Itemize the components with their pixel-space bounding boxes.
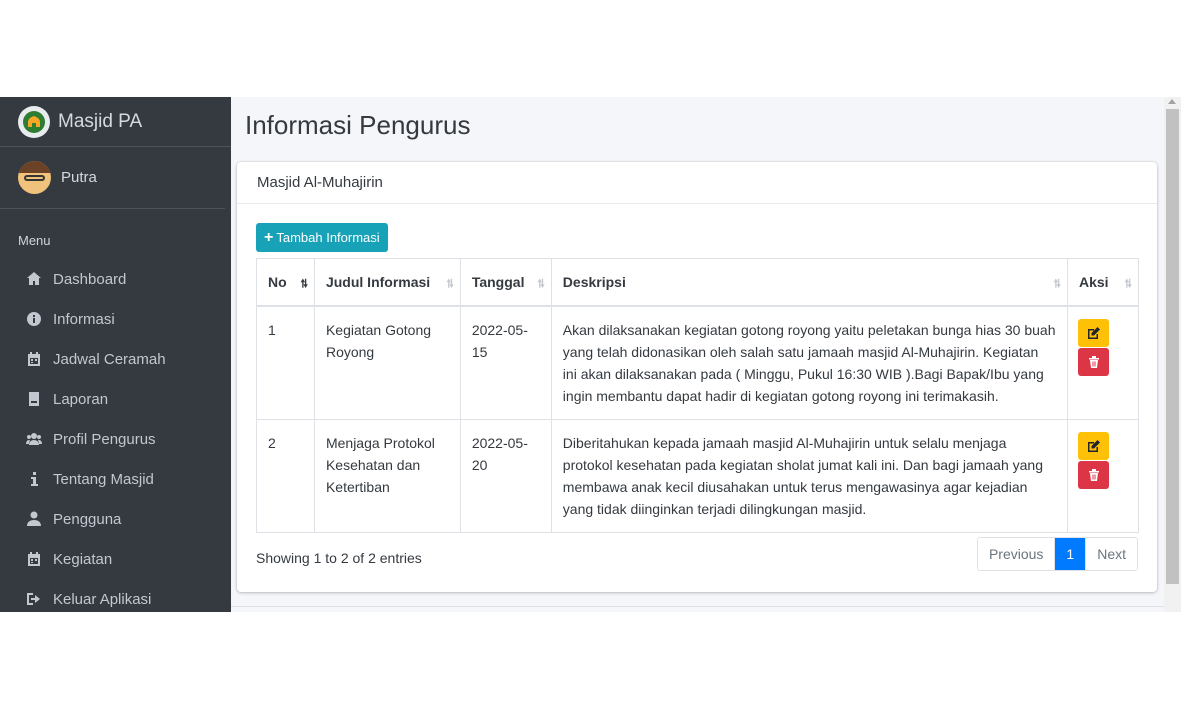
calendar-icon [25,350,43,368]
sign-out-icon [25,590,43,608]
sidebar-item-kegiatan[interactable]: Kegiatan [0,539,231,579]
column-label: Deskripsi [562,273,626,290]
brand-name: Masjid PA [58,110,143,132]
trash-icon [1088,355,1099,368]
sort-icon: 🠕🠗 [1124,278,1133,290]
sidebar-item-laporan[interactable]: Laporan [0,379,231,419]
cell-deskripsi: Diberitahukan kepada jamaah masjid Al-Mu… [550,418,1069,533]
delete-button[interactable] [1078,460,1109,489]
cell-deskripsi: Akan dilaksanakan kegiatan gotong royong… [550,305,1069,420]
cell-aksi [1067,305,1139,420]
add-information-button[interactable]: + Tambah Informasi [256,223,388,252]
sort-icon: 🠕🠗 [446,278,454,290]
sort-ascending-icon: 🠕🠗 [300,278,309,290]
next-page-button[interactable]: Next [1085,538,1137,570]
cell-judul: Menjaga Protokol Kesehatan dan Ketertiba… [313,418,461,533]
table-info: Showing 1 to 2 of 2 entries [256,550,422,566]
mosque-logo-icon [18,105,50,138]
cell-no: 1 [256,305,315,420]
page-1-button[interactable]: 1 [1054,538,1086,570]
sidebar-item-label: Tentang Masjid [53,470,154,488]
user-avatar-icon [18,161,51,194]
book-icon [25,390,43,408]
column-label: No [268,273,287,290]
sidebar-item-keluar-aplikasi[interactable]: Keluar Aplikasi [0,579,231,612]
plus-icon: + [264,228,274,246]
information-table: No 🠕🠗 Judul Informasi 🠕🠗 Tanggal 🠕🠗 Deskrip… [256,258,1139,533]
sort-icon: 🠕🠗 [1053,278,1062,290]
table-row: 2 Menjaga Protokol Kesehatan dan Keterti… [256,418,1139,533]
cell-tanggal: 2022-05-15 [459,305,552,420]
column-header-tanggal[interactable]: Tanggal 🠕🠗 [459,258,552,307]
sidebar-item-tentang-masjid[interactable]: Tentang Masjid [0,459,231,499]
column-label: Judul Informasi [325,273,431,290]
page-title: Informasi Pengurus [245,110,471,140]
user-icon [25,510,43,528]
info-card: Masjid Al-Muhajirin + Tambah Informasi N… [237,162,1157,592]
user-name: Putra [61,169,97,186]
sidebar-item-label: Dashboard [53,270,127,288]
edit-button[interactable] [1078,318,1109,347]
cell-no: 2 [256,418,315,533]
vertical-scrollbar[interactable] [1164,97,1181,612]
scroll-up-arrow-icon[interactable] [1168,99,1176,104]
scroll-thumb[interactable] [1166,109,1179,584]
trash-icon [1088,468,1099,481]
column-header-deskripsi[interactable]: Deskripsi 🠕🠗 [550,258,1069,307]
edit-button[interactable] [1078,431,1109,460]
sidebar-item-pengguna[interactable]: Pengguna [0,499,231,539]
pagination: Previous 1 Next [976,537,1138,571]
delete-button[interactable] [1078,347,1109,376]
sidebar-item-profil-pengurus[interactable]: Profil Pengurus [0,419,231,459]
table-header-row: No 🠕🠗 Judul Informasi 🠕🠗 Tanggal 🠕🠗 Deskrip… [256,258,1139,307]
column-header-judul[interactable]: Judul Informasi 🠕🠗 [313,258,461,307]
calendar-icon [25,550,43,568]
sidebar-item-label: Kegiatan [53,550,113,568]
add-button-label: Tambah Informasi [276,230,380,245]
footer-divider [231,606,1164,607]
previous-page-button[interactable]: Previous [977,538,1055,570]
app-window: Masjid PA Putra Menu Dashboard Informasi… [0,97,1181,612]
edit-icon [1087,326,1100,339]
column-header-no[interactable]: No 🠕🠗 [256,258,315,307]
info-icon [25,470,43,488]
sidebar: Masjid PA Putra Menu Dashboard Informasi… [0,97,231,612]
cell-aksi [1067,418,1139,533]
main-content: Informasi Pengurus Masjid Al-Muhajirin +… [231,97,1164,612]
sidebar-item-label: Pengguna [53,510,122,528]
column-header-aksi[interactable]: Aksi 🠕🠗 [1067,258,1139,307]
sidebar-item-jadwal-ceramah[interactable]: Jadwal Ceramah [0,339,231,379]
sidebar-item-label: Informasi [53,310,115,328]
info-circle-icon [25,310,43,328]
users-icon [25,430,43,448]
home-icon [25,270,43,288]
edit-icon [1087,439,1100,452]
column-label: Tanggal [471,273,525,290]
user-panel[interactable]: Putra [0,147,225,209]
column-label: Aksi [1079,273,1109,290]
sidebar-item-label: Keluar Aplikasi [53,590,152,608]
sidebar-item-label: Jadwal Ceramah [53,350,166,368]
sidebar-item-label: Laporan [53,390,109,408]
sidebar-item-label: Profil Pengurus [53,430,156,448]
sidebar-item-informasi[interactable]: Informasi [0,299,231,339]
cell-judul: Kegiatan Gotong Royong [313,305,461,420]
card-header: Masjid Al-Muhajirin [237,162,1157,204]
sidebar-item-dashboard[interactable]: Dashboard [0,259,231,299]
menu-header: Menu [18,233,51,248]
cell-tanggal: 2022-05-20 [459,418,552,533]
sort-icon: 🠕🠗 [537,278,545,290]
brand-link[interactable]: Masjid PA [0,97,231,147]
table-row: 1 Kegiatan Gotong Royong 2022-05-15 Akan… [256,305,1139,420]
